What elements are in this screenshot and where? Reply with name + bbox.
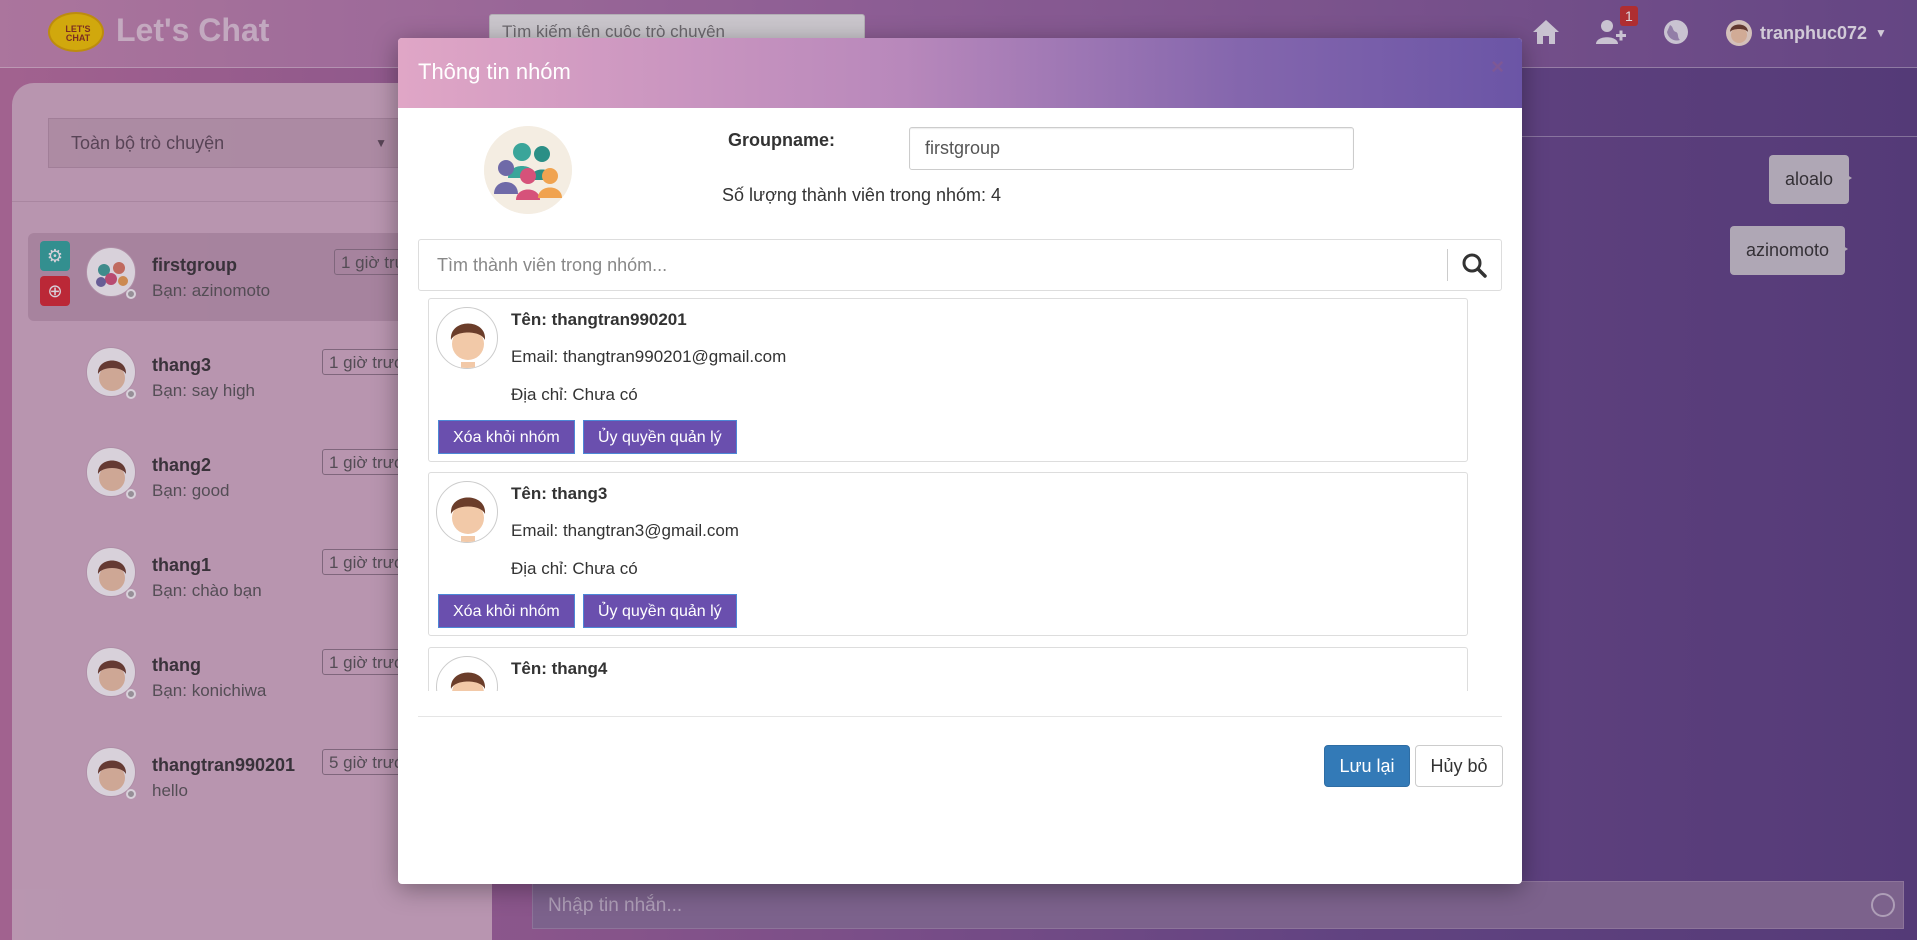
member-card: Tên: thang3 Email: thangtran3@gmail.com … bbox=[428, 472, 1468, 636]
groupname-label: Groupname: bbox=[728, 130, 836, 150]
member-avatar bbox=[436, 481, 498, 543]
save-button[interactable]: Lưu lại bbox=[1324, 745, 1410, 787]
grant-admin-button[interactable]: Ủy quyền quản lý bbox=[583, 420, 737, 454]
member-address: Địa chỉ: Chưa có bbox=[511, 385, 638, 404]
member-avatar bbox=[436, 656, 498, 691]
divider bbox=[1447, 249, 1448, 281]
member-search-placeholder: Tìm thành viên trong nhóm... bbox=[437, 255, 668, 275]
remove-from-group-button[interactable]: Xóa khỏi nhóm bbox=[438, 420, 575, 454]
member-count-text: Số lượng thành viên trong nhóm: 4 bbox=[722, 185, 1002, 205]
member-list[interactable]: Tên: thangtran990201 Email: thangtran990… bbox=[418, 298, 1502, 691]
member-email: Email: thangtran3@gmail.com bbox=[511, 521, 739, 540]
remove-from-group-button[interactable]: Xóa khỏi nhóm bbox=[438, 594, 575, 628]
modal-footer-divider bbox=[418, 716, 1502, 717]
grant-admin-button[interactable]: Ủy quyền quản lý bbox=[583, 594, 737, 628]
member-name: Tên: thangtran990201 bbox=[511, 310, 687, 329]
member-card: Tên: thang4 bbox=[428, 647, 1468, 691]
member-name: Tên: thang4 bbox=[511, 659, 608, 678]
close-icon[interactable]: × bbox=[1491, 54, 1504, 80]
member-avatar bbox=[436, 307, 498, 369]
modal-header: Thông tin nhóm × bbox=[398, 38, 1522, 108]
group-info-modal: Thông tin nhóm × Groupname: firstgroup S… bbox=[398, 38, 1522, 884]
member-name: Tên: thang3 bbox=[511, 484, 608, 503]
member-address: Địa chỉ: Chưa có bbox=[511, 559, 638, 578]
groupname-input[interactable]: firstgroup bbox=[909, 127, 1354, 170]
member-card: Tên: thangtran990201 Email: thangtran990… bbox=[428, 298, 1468, 462]
member-search-input[interactable]: Tìm thành viên trong nhóm... bbox=[418, 239, 1502, 291]
member-email: Email: thangtran990201@gmail.com bbox=[511, 347, 787, 366]
cancel-button[interactable]: Hủy bỏ bbox=[1415, 745, 1503, 787]
search-icon[interactable] bbox=[1461, 252, 1487, 278]
group-avatar[interactable] bbox=[484, 126, 572, 214]
modal-title: Thông tin nhóm bbox=[418, 59, 571, 84]
